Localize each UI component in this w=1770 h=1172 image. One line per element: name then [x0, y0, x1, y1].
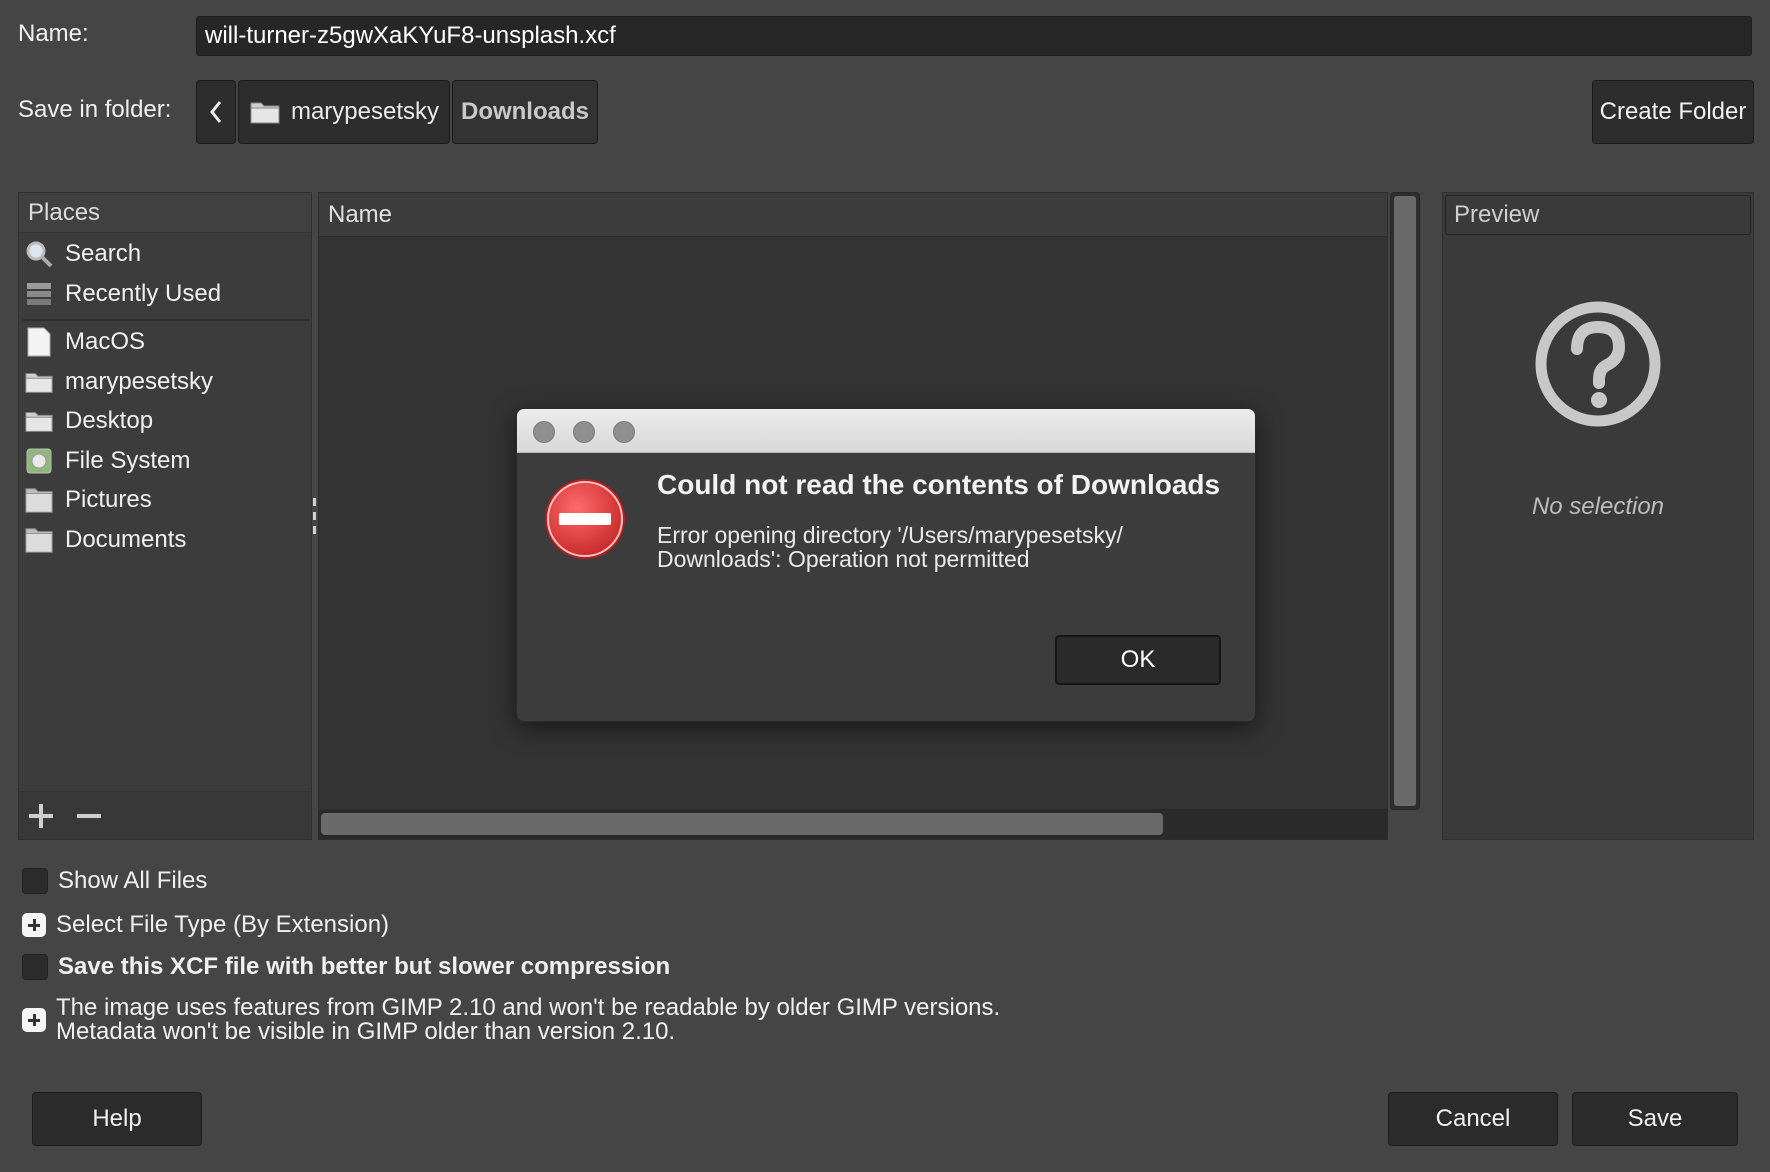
- compat-note-expander[interactable]: The image uses features from GIMP 2.10 a…: [22, 996, 1000, 1044]
- show-all-files-option[interactable]: Show All Files: [22, 864, 207, 898]
- place-label: Pictures: [65, 486, 152, 513]
- compression-checkbox[interactable]: [22, 954, 48, 980]
- error-dialog: Could not read the contents of Downloads…: [516, 408, 1256, 722]
- error-message: Error opening directory '/Users/marypese…: [657, 523, 1217, 571]
- compat-note-line2: Metadata won't be visible in GIMP older …: [56, 1018, 676, 1045]
- place-label: Documents: [65, 526, 187, 553]
- place-filesystem[interactable]: File System: [23, 442, 309, 480]
- select-file-type-expander[interactable]: Select File Type (By Extension): [22, 908, 389, 942]
- place-label: Recently Used: [65, 280, 222, 307]
- minus-icon: [77, 814, 101, 818]
- path-back-button[interactable]: [196, 80, 236, 144]
- vertical-scrollbar-thumb[interactable]: [1394, 196, 1416, 806]
- chevron-left-icon: [210, 101, 222, 123]
- error-message-line2: Downloads': Operation not permitted: [657, 546, 1030, 572]
- save-in-folder-label: Save in folder:: [18, 96, 172, 123]
- error-message-line1: Error opening directory '/Users/marypese…: [657, 522, 1123, 548]
- select-file-type-label: Select File Type (By Extension): [56, 911, 390, 938]
- folder-icon: [23, 524, 55, 556]
- path-crumb-home-label: marypesetsky: [290, 98, 440, 125]
- cancel-button[interactable]: Cancel: [1388, 1092, 1558, 1146]
- folder-icon: [23, 405, 55, 437]
- compat-note-text: The image uses features from GIMP 2.10 a…: [56, 996, 1000, 1044]
- preview-empty-text: No selection: [1531, 493, 1665, 520]
- minimize-window-button[interactable]: [573, 421, 595, 443]
- place-desktop[interactable]: Desktop: [23, 402, 309, 440]
- help-button[interactable]: Help: [32, 1092, 202, 1146]
- place-label: Desktop: [65, 407, 154, 434]
- create-folder-button[interactable]: Create Folder: [1592, 80, 1754, 144]
- column-header-name[interactable]: Name: [319, 193, 1387, 237]
- place-label: marypesetsky: [65, 368, 214, 395]
- error-title: Could not read the contents of Downloads: [657, 469, 1221, 500]
- place-label: MacOS: [65, 328, 146, 355]
- vertical-scrollbar[interactable]: [1390, 192, 1420, 810]
- search-icon: [23, 238, 55, 270]
- show-all-files-label: Show All Files: [58, 867, 208, 894]
- filename-input[interactable]: will-turner-z5gwXaKYuF8-unsplash.xcf: [196, 16, 1752, 56]
- error-icon: [543, 477, 627, 561]
- save-button[interactable]: Save: [1572, 1092, 1738, 1146]
- place-pictures[interactable]: Pictures: [23, 481, 309, 519]
- plus-icon: [29, 804, 53, 828]
- places-panel: Places Search Recently Used MacOS marype…: [18, 192, 312, 840]
- folder-icon: [23, 366, 55, 398]
- places-header: Places: [19, 193, 311, 233]
- remove-place-button[interactable]: [73, 800, 105, 832]
- filesystem-icon: [23, 445, 55, 477]
- place-macos[interactable]: MacOS: [23, 323, 309, 361]
- path-crumb-current[interactable]: Downloads: [452, 80, 598, 144]
- folder-icon: [250, 102, 280, 124]
- place-search[interactable]: Search: [23, 235, 309, 273]
- question-mark-icon: [1533, 299, 1663, 429]
- recent-icon: [23, 278, 55, 310]
- place-label: File System: [65, 447, 191, 474]
- drive-icon: [23, 326, 55, 358]
- place-label: Search: [65, 240, 142, 267]
- expand-plus-icon[interactable]: [22, 1008, 46, 1032]
- place-home[interactable]: marypesetsky: [23, 363, 309, 401]
- dialog-titlebar[interactable]: [517, 409, 1255, 453]
- place-recently-used[interactable]: Recently Used: [23, 275, 309, 313]
- path-crumb-home[interactable]: marypesetsky: [238, 80, 450, 144]
- compression-label: Save this XCF file with better but slowe…: [58, 953, 671, 980]
- places-footer: [19, 791, 311, 839]
- preview-panel: Preview No selection: [1442, 192, 1754, 840]
- expand-plus-icon[interactable]: [22, 913, 46, 937]
- folder-icon: [23, 484, 55, 516]
- place-documents[interactable]: Documents: [23, 521, 309, 559]
- add-place-button[interactable]: [25, 800, 57, 832]
- compat-note-line1: The image uses features from GIMP 2.10 a…: [56, 994, 1001, 1021]
- preview-header: Preview: [1445, 195, 1751, 235]
- zoom-window-button[interactable]: [613, 421, 635, 443]
- places-divider: [23, 319, 309, 321]
- close-window-button[interactable]: [533, 421, 555, 443]
- compression-option[interactable]: Save this XCF file with better but slowe…: [22, 950, 670, 984]
- show-all-files-checkbox[interactable]: [22, 868, 48, 894]
- ok-button[interactable]: OK: [1055, 635, 1221, 685]
- horizontal-scrollbar-thumb[interactable]: [321, 813, 1163, 835]
- name-label: Name:: [18, 20, 89, 47]
- horizontal-scrollbar[interactable]: [319, 809, 1387, 839]
